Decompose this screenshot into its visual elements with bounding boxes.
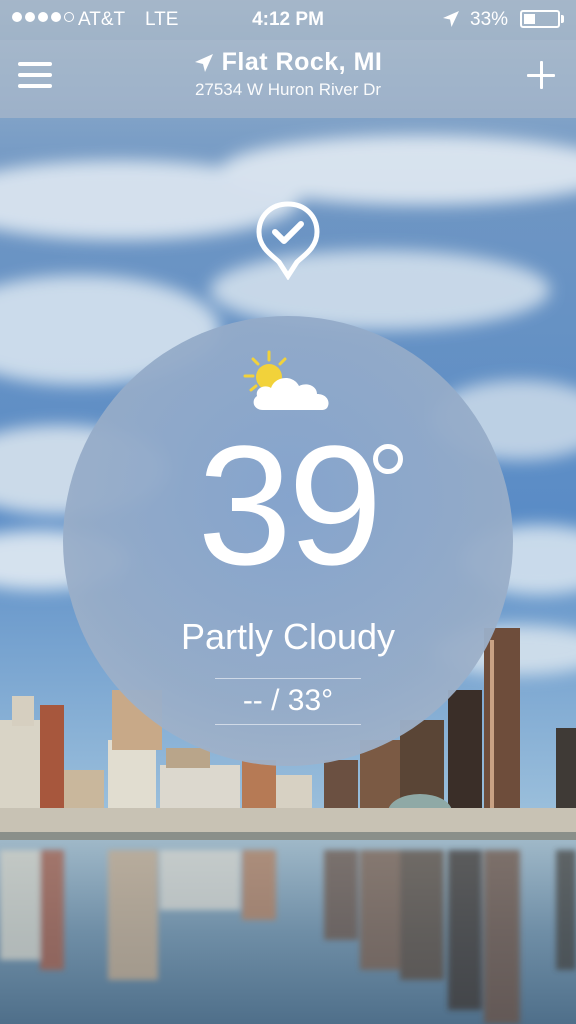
- high-low-temperature: -- / 33°: [242, 684, 334, 717]
- checkmark-pin-icon[interactable]: [255, 200, 321, 280]
- location-header: Flat Rock, MI 27534 W Huron River Dr: [0, 40, 576, 118]
- status-bar: AT&T LTE 4:12 PM 33%: [0, 0, 576, 40]
- hamburger-menu-button[interactable]: [18, 62, 52, 88]
- location-services-icon: [443, 11, 459, 27]
- divider: [215, 678, 361, 679]
- location-arrow-icon: [194, 53, 213, 72]
- add-location-button[interactable]: [524, 58, 558, 92]
- location-selector[interactable]: Flat Rock, MI 27534 W Huron River Dr: [120, 48, 456, 100]
- partly-cloudy-icon: [243, 350, 329, 410]
- battery-percentage: 33%: [470, 9, 509, 30]
- city-name: Flat Rock, MI: [221, 48, 383, 76]
- street-address: 27534 W Huron River Dr: [194, 80, 382, 99]
- weather-summary-circle[interactable]: 39 Partly Cloudy -- / 33°: [63, 316, 513, 766]
- weather-condition: Partly Cloudy: [180, 616, 396, 657]
- battery-icon: [520, 10, 560, 28]
- degree-symbol: [373, 444, 403, 474]
- current-temperature: 39: [197, 411, 382, 601]
- divider: [215, 724, 361, 725]
